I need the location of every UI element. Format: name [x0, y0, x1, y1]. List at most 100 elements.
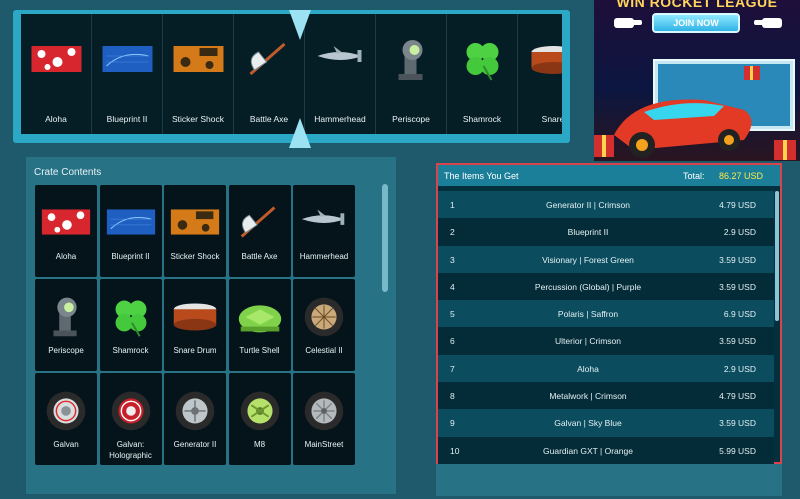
item-name: Aloha — [577, 363, 599, 374]
celestial-wheel-icon — [296, 293, 352, 339]
item-name: Percussion (Global) | Purple — [534, 281, 642, 292]
turtle-shell-icon — [232, 293, 288, 339]
battle-axe-icon — [232, 199, 288, 245]
crate-item-label: Aloha — [55, 252, 77, 261]
item-price: 6.9 USD — [723, 309, 756, 320]
crate-item[interactable]: Turtle Shell — [228, 279, 291, 371]
crate-item[interactable]: Aloha — [35, 185, 97, 277]
reel-item-label: Blueprint II — [106, 114, 148, 124]
crate-item[interactable]: Hammerhead — [293, 185, 355, 277]
item-price: 4.79 USD — [719, 391, 756, 402]
item-name: Guardian GXT | Orange — [543, 445, 633, 456]
item-name: Ulterior | Crimson — [555, 336, 621, 347]
item-price: 3.59 USD — [719, 418, 756, 429]
crate-item[interactable]: Shamrock — [99, 279, 162, 371]
total-value: 86.27 USD — [719, 171, 764, 181]
aloha-decal-icon — [27, 36, 86, 82]
m8-wheel-icon — [232, 387, 288, 433]
sticker-shock-decal-icon — [169, 36, 228, 82]
item-number: 3 — [450, 254, 455, 265]
total-label: Total: — [683, 171, 705, 181]
crate-item[interactable]: Periscope — [35, 279, 97, 371]
join-now-button[interactable]: JOIN NOW — [652, 13, 740, 33]
item-name: Polaris | Saffron — [557, 309, 619, 320]
crate-item[interactable]: Battle Axe — [228, 185, 291, 277]
item-number: 7 — [450, 363, 455, 374]
crate-item[interactable]: Sticker Shock — [164, 185, 226, 277]
crate-item-label: Turtle Shell — [239, 346, 280, 355]
crate-item-label: Galvan: Holographic — [109, 440, 152, 460]
crate-item[interactable]: MainStreet — [293, 373, 355, 465]
crate-scrollbar[interactable] — [382, 184, 388, 292]
battle-axe-icon — [240, 36, 299, 82]
crate-item[interactable]: Blueprint II — [99, 185, 162, 277]
reel-item-label: Hammerhead — [314, 114, 366, 124]
crate-item-label: Galvan — [53, 440, 79, 449]
items-you-get-panel: The Items You Get Total: 86.27 USD 1 Gene… — [436, 163, 782, 496]
item-row: 1 Generator II | Crimson 4.79 USD — [438, 191, 774, 219]
reel-item: Aloha — [21, 14, 92, 134]
items-scrollbar[interactable] — [775, 191, 779, 321]
aloha-decal-icon — [38, 199, 94, 245]
items-rows: 1 Generator II | Crimson 4.79 USD 2 Blueprin… — [438, 191, 774, 464]
crate-item-label: Generator II — [173, 440, 217, 449]
reel-item-label: Shamrock — [462, 114, 502, 124]
reel-item: Blueprint II — [92, 14, 163, 134]
item-row: 7 Aloha 2.9 USD — [438, 354, 774, 383]
item-price: 3.59 USD — [719, 336, 756, 347]
crate-item-label: Hammerhead — [299, 252, 349, 261]
crate-item[interactable]: Galvan — [35, 373, 97, 465]
periscope-icon — [382, 36, 441, 82]
item-number: 2 — [450, 227, 455, 238]
item-row: 4 Percussion (Global) | Purple 3.59 USD — [438, 272, 774, 301]
items-title: The Items You Get — [444, 171, 519, 181]
crate-item-label: M8 — [253, 440, 266, 449]
crate-item-label: MainStreet — [304, 440, 344, 449]
item-row: 6 Ulterior | Crimson 3.59 USD — [438, 327, 774, 355]
item-row: 8 Metalwork | Crimson 4.79 USD — [438, 382, 774, 410]
item-row: 9 Galvan | Sky Blue 3.59 USD — [438, 409, 774, 437]
crate-item-label: Celestial II — [305, 346, 343, 355]
item-name: Visionary | Forest Green — [542, 254, 634, 265]
reel-marker-top-icon — [289, 10, 311, 40]
item-name: Generator II | Crimson — [546, 200, 630, 210]
blueprint-decal-icon — [98, 36, 157, 82]
item-number: 10 — [450, 445, 460, 456]
reel-item-label: Sticker Shock — [172, 114, 224, 124]
periscope-icon — [38, 293, 94, 339]
reel-item-label: Aloha — [45, 114, 67, 124]
crate-item[interactable]: M8 — [228, 373, 291, 465]
item-price: 5.99 USD — [719, 445, 756, 456]
item-number: 4 — [450, 281, 455, 292]
crate-item-label: Battle Axe — [241, 252, 278, 261]
item-price: 3.59 USD — [719, 281, 756, 292]
item-number: 1 — [450, 200, 455, 210]
reel-item-label: Periscope — [392, 114, 430, 124]
item-price: 4.79 USD — [719, 200, 756, 210]
item-price: 2.9 USD — [723, 363, 756, 374]
galvan-holographic-wheel-icon — [103, 387, 159, 433]
item-number: 6 — [450, 336, 455, 347]
reel-item-label: Snare — [541, 114, 562, 124]
reel-item: Snare — [518, 14, 562, 134]
item-number: 9 — [450, 418, 455, 429]
sticker-shock-decal-icon — [167, 199, 223, 245]
crate-item-label: Shamrock — [112, 346, 149, 355]
pointing-hand-right-icon — [614, 18, 642, 28]
crate-item[interactable]: Generator II — [164, 373, 226, 465]
crate-item-label: Sticker Shock — [170, 252, 220, 261]
hammerhead-shark-icon — [311, 36, 370, 82]
crate-item[interactable]: Celestial II — [293, 279, 355, 371]
reel-panel: Aloha Blueprint II Sticker Shock Battle Axe… — [13, 10, 570, 148]
crate-item[interactable]: Snare Drum — [164, 279, 226, 371]
reel-item: Hammerhead — [305, 14, 376, 134]
ad-banner[interactable]: WIN ROCKET LEAGUE ITEMS JOIN NOW — [594, 0, 800, 161]
item-name: Galvan | Sky Blue — [554, 418, 622, 429]
crate-contents-panel: Crate Contents Aloha Blueprint II Sticker … — [26, 157, 396, 494]
reel-item: Shamrock — [447, 14, 518, 134]
item-row: 10 Guardian GXT | Orange 5.99 USD — [438, 436, 774, 464]
crate-item[interactable]: Galvan: Holographic — [99, 373, 162, 465]
galvan-wheel-icon — [38, 387, 94, 433]
snare-drum-icon — [524, 36, 562, 82]
pointing-hand-left-icon — [754, 18, 782, 28]
